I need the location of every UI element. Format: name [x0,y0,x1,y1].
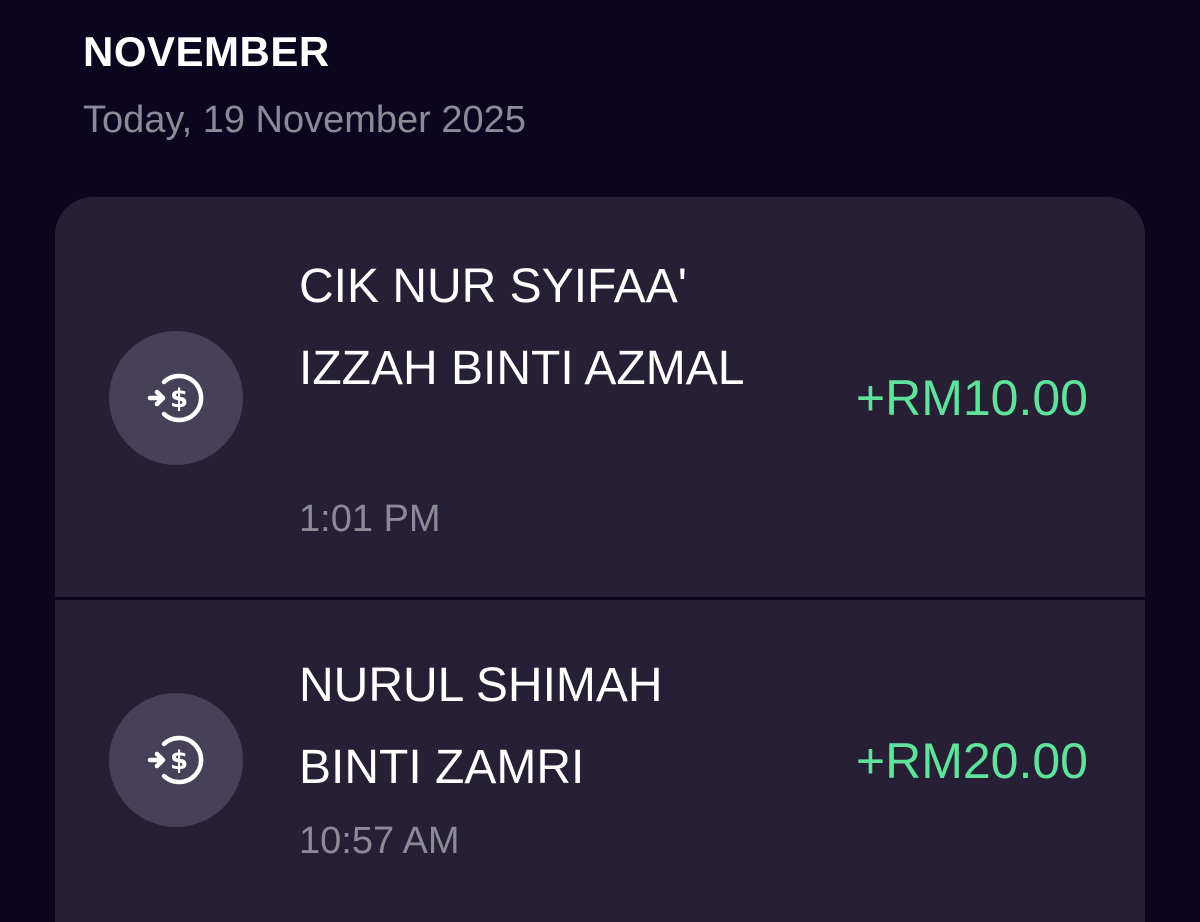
date-subheading: Today, 19 November 2025 [83,99,526,141]
row-divider [55,597,1145,600]
transaction-time: 10:57 AM [299,820,460,862]
transaction-list-card: $ CIK NUR SYIFAA' IZZAH BINTI AZMAL 1:01… [55,197,1145,922]
money-in-icon: $ [109,331,243,465]
svg-text:$: $ [170,384,188,414]
transaction-amount: +RM20.00 [855,733,1088,789]
transaction-sender-name: NURUL SHIMAH BINTI ZAMRI [299,659,663,794]
svg-text:$: $ [170,746,188,776]
month-heading: NOVEMBER [83,28,330,75]
transaction-time: 1:01 PM [299,498,441,540]
transaction-history-screen: NOVEMBER Today, 19 November 2025 $ CIK N… [0,0,1200,922]
transaction-amount: +RM10.00 [855,370,1088,426]
transaction-sender-name: CIK NUR SYIFAA' IZZAH BINTI AZMAL [299,260,745,395]
money-in-icon: $ [109,693,243,827]
